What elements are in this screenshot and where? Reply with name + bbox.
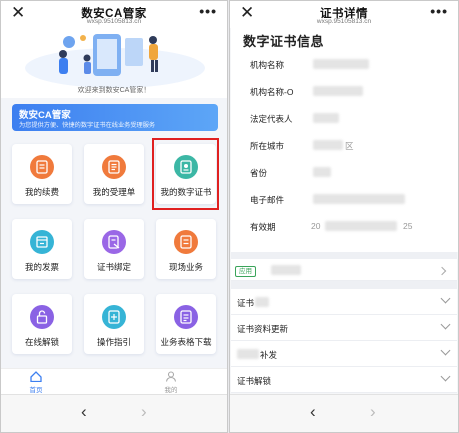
browser-nav-bar: ‹ ›	[1, 394, 227, 432]
section-reissue[interactable]: 补发	[231, 341, 457, 367]
redacted-value	[313, 194, 405, 204]
chevron-down-icon	[440, 371, 451, 382]
bind-certificate-icon	[102, 230, 126, 254]
app-badge: 应用	[235, 266, 256, 277]
welcome-text: 欢迎来到数安CA管家！	[77, 87, 151, 94]
bottom-tab-bar: 首页 我的	[1, 368, 227, 394]
intro-banner[interactable]: 数安CA管家 为您提供方便、快捷的数字证书在线业务受理服务	[12, 104, 218, 131]
redacted-value	[255, 297, 269, 307]
row-label: 有效期	[250, 222, 276, 232]
onsite-service-icon	[174, 230, 198, 254]
tile-my-renewal[interactable]: 我的续费	[12, 144, 72, 204]
tile-label: 操作指引	[96, 337, 131, 347]
row-label: 机构名称	[250, 60, 285, 70]
section-label: 证书解锁	[237, 376, 272, 386]
redacted-value	[237, 349, 259, 359]
row-label: 省份	[250, 168, 268, 178]
validity-end: 25	[403, 221, 413, 231]
title-bar: ✕ 证书详情 wxsp.95105813.cn •••	[230, 1, 458, 28]
tile-onsite-service[interactable]: 现场业务	[156, 219, 216, 279]
tab-label: 我的	[164, 387, 178, 394]
section-certificate[interactable]: 证书	[231, 289, 457, 315]
people-illustration-icon	[25, 34, 205, 88]
tab-label: 首页	[29, 387, 43, 394]
redacted-value	[313, 59, 369, 69]
row-label: 法定代表人	[250, 114, 293, 124]
highlight-box	[152, 138, 219, 210]
chevron-down-icon	[440, 319, 451, 330]
tile-label: 我的续费	[24, 187, 59, 197]
tile-label: 证书绑定	[96, 262, 131, 272]
tab-home[interactable]: 首页	[16, 371, 56, 394]
unlock-icon	[30, 305, 54, 329]
card-title: 数字证书信息	[243, 34, 325, 49]
redacted-value	[313, 140, 343, 150]
page-domain: wxsp.95105813.cn	[86, 18, 142, 25]
redacted-value	[271, 265, 301, 275]
page-domain: wxsp.95105813.cn	[316, 18, 372, 25]
row-label: 所在城市	[250, 141, 285, 151]
section-unlock[interactable]: 证书解锁	[231, 367, 457, 393]
back-button[interactable]: ‹	[81, 402, 87, 422]
tile-bind-certificate[interactable]: 证书绑定	[84, 219, 144, 279]
certificate-info-card: 数字证书信息 机构名称 机构名称-O 法定代表人 所在城市 区 省份 电子邮件 …	[231, 28, 458, 252]
more-menu-button[interactable]: •••	[430, 3, 448, 19]
certificate-detail-screen: ✕ 证书详情 wxsp.95105813.cn ••• 数字证书信息 机构名称 …	[229, 0, 459, 433]
tile-download-forms[interactable]: 业务表格下载	[156, 294, 216, 354]
divider	[231, 281, 457, 289]
tile-label: 我的受理单	[92, 187, 136, 197]
row-label: 机构名称-O	[250, 87, 294, 97]
validity-start: 20	[311, 221, 321, 231]
tab-mine[interactable]: 我的	[151, 371, 191, 394]
tile-label: 现场业务	[168, 262, 203, 272]
forward-button[interactable]: ›	[370, 402, 376, 422]
home-screen: ✕ 数安CA管家 wxsp.95105813.cn ••• 欢迎来到数安CA管家…	[0, 0, 228, 433]
home-icon	[30, 371, 42, 383]
chevron-right-icon	[437, 266, 447, 276]
tile-my-invoice[interactable]: 我的发票	[12, 219, 72, 279]
chevron-down-icon	[440, 293, 451, 304]
browser-nav-bar: ‹ ›	[230, 394, 458, 432]
redacted-value	[325, 221, 397, 231]
user-icon	[165, 371, 177, 382]
title-bar: ✕ 数安CA管家 wxsp.95105813.cn •••	[1, 1, 227, 28]
invoice-icon	[30, 230, 54, 254]
renew-doc-icon	[30, 155, 54, 179]
tile-label: 我的发票	[24, 262, 59, 272]
banner-subtitle: 为您提供方便、快捷的数字证书在线业务受理服务	[19, 122, 156, 129]
tile-my-orders[interactable]: 我的受理单	[84, 144, 144, 204]
section-update-info[interactable]: 证书资料更新	[231, 315, 457, 341]
row-label: 电子邮件	[250, 195, 285, 205]
chevron-down-icon	[440, 345, 451, 356]
redacted-value	[313, 167, 331, 177]
guide-icon	[102, 305, 126, 329]
redacted-value	[313, 86, 363, 96]
tile-label: 在线解锁	[24, 337, 59, 347]
tile-online-unlock[interactable]: 在线解锁	[12, 294, 72, 354]
forward-button[interactable]: ›	[141, 402, 147, 422]
section-label: 补发	[260, 350, 278, 360]
section-label: 证书	[237, 298, 255, 308]
more-menu-button[interactable]: •••	[199, 3, 217, 19]
banner-title: 数安CA管家	[19, 110, 71, 121]
order-doc-icon	[102, 155, 126, 179]
divider	[231, 252, 457, 259]
tile-label: 业务表格下载	[160, 337, 212, 347]
tile-operation-guide[interactable]: 操作指引	[84, 294, 144, 354]
back-button[interactable]: ‹	[310, 402, 316, 422]
download-form-icon	[174, 305, 198, 329]
section-label: 证书资料更新	[237, 324, 289, 334]
certificate-app-row[interactable]: 应用	[231, 259, 457, 281]
city-suffix: 区	[345, 141, 354, 151]
redacted-value	[313, 113, 339, 123]
